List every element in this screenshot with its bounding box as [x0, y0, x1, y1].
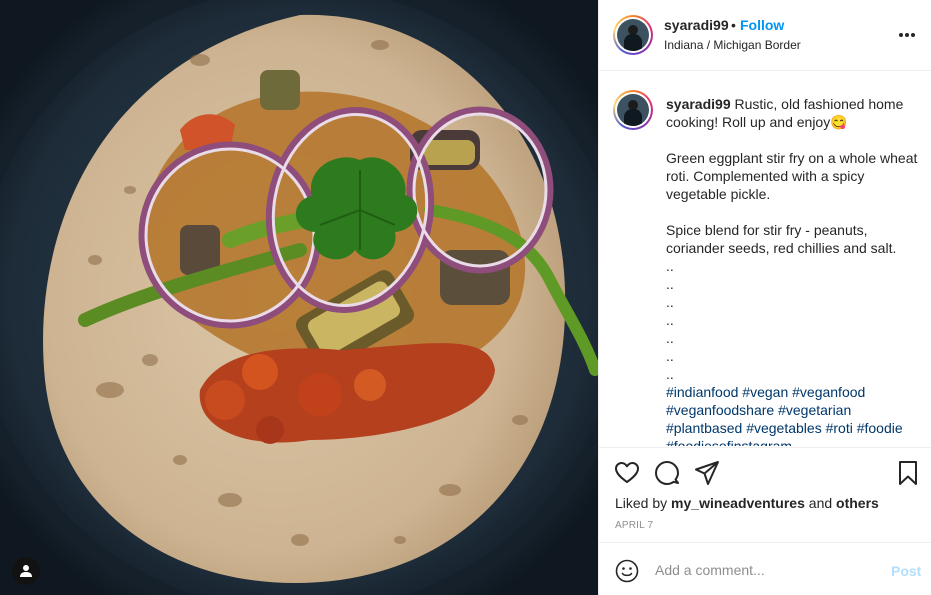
tagged-user-button[interactable]	[12, 557, 40, 585]
dots-line: ..	[666, 330, 674, 346]
liked-by-user[interactable]: my_wineadventures	[671, 495, 805, 511]
follow-button[interactable]: Follow	[740, 17, 784, 33]
dots-line: ..	[666, 348, 674, 364]
caption-avatar[interactable]	[613, 90, 653, 130]
heart-icon[interactable]	[614, 460, 640, 486]
hashtag-link[interactable]: #veganfood	[792, 384, 865, 400]
dots-line: ..	[666, 276, 674, 292]
caption-dots: .. .. .. .. .. .. ..	[666, 257, 918, 383]
caption-paragraph-3: Spice blend for stir fry - peanuts, cori…	[666, 222, 897, 256]
caption-username[interactable]: syaradi99	[666, 96, 731, 112]
comment-icon[interactable]	[654, 460, 680, 486]
comment-bar: Post	[599, 542, 931, 595]
more-options-icon[interactable]	[899, 25, 919, 45]
post-date[interactable]: APRIL 7	[615, 520, 653, 531]
dots-line: ..	[666, 294, 674, 310]
liked-by-others[interactable]: others	[836, 495, 879, 511]
post-comment-button[interactable]: Post	[891, 563, 921, 579]
author-avatar[interactable]	[613, 15, 653, 55]
post-details-panel: syaradi99 • Follow Indiana / Michigan Bo…	[598, 0, 931, 595]
dots-line: ..	[666, 258, 674, 274]
liked-by-and: and	[808, 495, 833, 511]
yum-emoji: 😋	[830, 114, 848, 130]
hashtag-link[interactable]: #indianfood	[666, 384, 738, 400]
caption-scroll-area[interactable]: syaradi99 Rustic, old fashioned home coo…	[599, 71, 931, 446]
hashtag-link[interactable]: #roti	[826, 420, 853, 436]
likes-summary: Liked by my_wineadventures and others	[615, 495, 879, 511]
hashtag-link[interactable]: #vegetables	[746, 420, 822, 436]
hashtag-list: #indianfood #vegan #veganfood #veganfood…	[666, 383, 918, 446]
dots-line: ..	[666, 366, 674, 382]
author-username[interactable]: syaradi99	[664, 17, 729, 33]
share-icon[interactable]	[694, 460, 720, 486]
caption-text: syaradi99 Rustic, old fashioned home coo…	[666, 95, 918, 446]
food-photo-image	[0, 0, 598, 595]
hashtag-link[interactable]: #vegan	[742, 384, 788, 400]
emoji-icon[interactable]	[615, 559, 639, 583]
hashtag-link[interactable]: #foodie	[857, 420, 903, 436]
liked-by-prefix: Liked by	[615, 495, 668, 511]
post-photo[interactable]	[0, 0, 598, 595]
post-actions: Liked by my_wineadventures and others AP…	[599, 447, 931, 542]
dots-line: ..	[666, 312, 674, 328]
caption-paragraph-2: Green eggplant stir fry on a whole wheat…	[666, 150, 918, 202]
hashtag-link[interactable]: #plantbased	[666, 420, 742, 436]
hashtag-link[interactable]: #vegetarian	[778, 402, 851, 418]
post-location[interactable]: Indiana / Michigan Border	[664, 38, 801, 52]
bookmark-icon[interactable]	[895, 460, 921, 486]
hashtag-link[interactable]: #veganfoodshare	[666, 402, 774, 418]
hashtag-link[interactable]: #foodiesofinstagram	[666, 438, 792, 446]
person-icon	[20, 565, 32, 577]
comment-input[interactable]	[655, 558, 875, 582]
separator-dot: •	[731, 17, 736, 33]
post-header: syaradi99 • Follow Indiana / Michigan Bo…	[599, 0, 931, 71]
